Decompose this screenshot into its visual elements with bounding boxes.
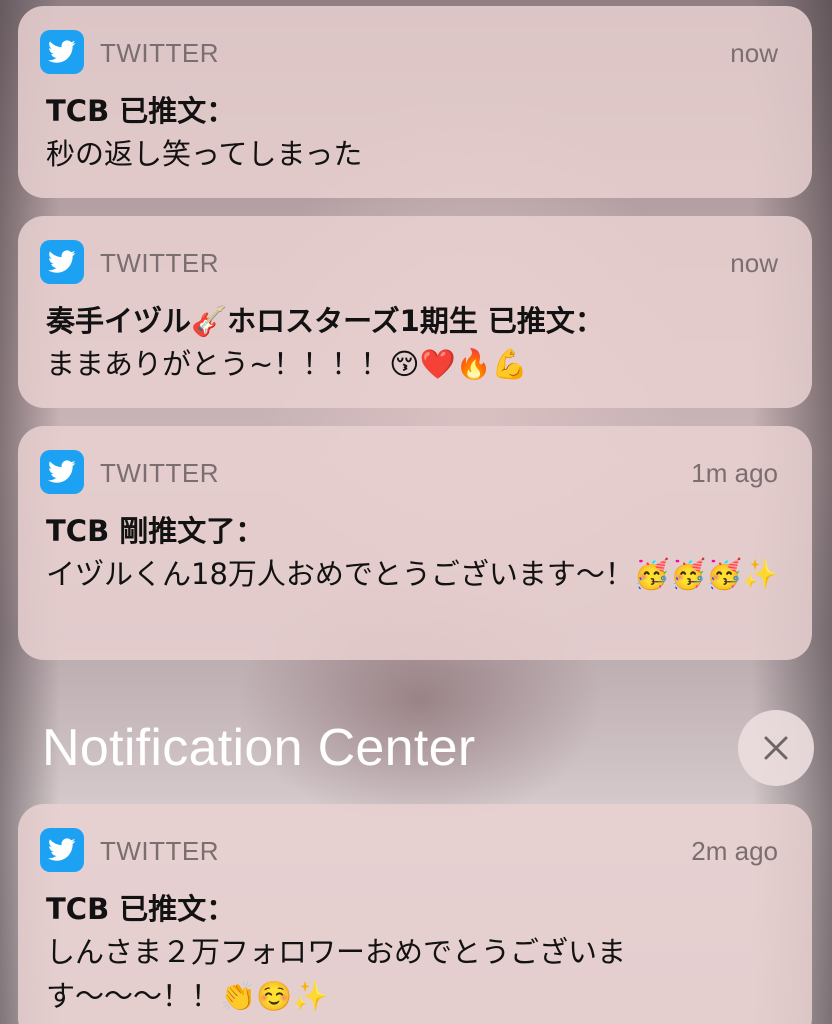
notification-time: now [730,248,778,278]
app-name: TWITTER [100,458,220,488]
notification-message: 秒の返し笑ってしまった [46,137,363,171]
notification-header: TWITTER 1m ago [40,448,778,498]
twitter-bird-icon [48,250,76,273]
notification-message: ままありがとう~！！！！😚❤️🔥💪 [46,347,528,381]
notification-time: 2m ago [691,836,778,866]
twitter-app-icon [40,240,84,284]
notification-message: イヅルくん18万人おめでとうございます〜！🥳🥳🥳✨ [46,557,779,591]
notification-title: TCB 剛推文了： [46,514,265,548]
notification-body: TCB 剛推文了： イヅルくん18万人おめでとうございます〜！🥳🥳🥳✨ [46,510,782,596]
notification-header: TWITTER now [40,238,778,288]
notification-card[interactable]: TWITTER now 奏手イヅル🎸ホロスターズ1期生 已推文： ままありがとう… [18,216,812,408]
clear-notifications-button[interactable] [738,710,814,786]
app-name: TWITTER [100,836,220,866]
notification-body: TCB 已推文： しんさま２万フォロワーおめでとうございます〜〜〜！！👏☺️✨ [46,888,782,1018]
app-name: TWITTER [100,248,220,278]
notification-body: TCB 已推文： 秒の返し笑ってしまった [46,90,782,176]
twitter-app-icon [40,828,84,872]
notification-card[interactable]: TWITTER 1m ago TCB 剛推文了： イヅルくん18万人おめでとうご… [18,426,812,660]
notification-card[interactable]: TWITTER 2m ago TCB 已推文： しんさま２万フォロワーおめでとう… [18,804,812,1024]
notification-time: 1m ago [691,458,778,488]
twitter-bird-icon [48,838,76,861]
twitter-app-icon [40,450,84,494]
notification-time: now [730,38,778,68]
notification-title: 奏手イヅル🎸ホロスターズ1期生 已推文： [46,304,604,338]
notification-title: TCB 已推文： [46,892,236,926]
close-icon [764,736,788,760]
notification-message: しんさま２万フォロワーおめでとうございます〜〜〜！！👏☺️✨ [46,935,627,1013]
notification-body: 奏手イヅル🎸ホロスターズ1期生 已推文： ままありがとう~！！！！😚❤️🔥💪 [46,300,782,386]
notification-card[interactable]: TWITTER now TCB 已推文： 秒の返し笑ってしまった [18,6,812,198]
notification-center-title: Notification Center [42,719,476,777]
twitter-bird-icon [48,40,76,63]
notification-header: TWITTER now [40,28,778,78]
twitter-bird-icon [48,460,76,483]
twitter-app-icon [40,30,84,74]
notification-center-header: Notification Center [42,712,742,782]
notification-title: TCB 已推文： [46,94,236,128]
notification-header: TWITTER 2m ago [40,826,778,876]
app-name: TWITTER [100,38,220,68]
